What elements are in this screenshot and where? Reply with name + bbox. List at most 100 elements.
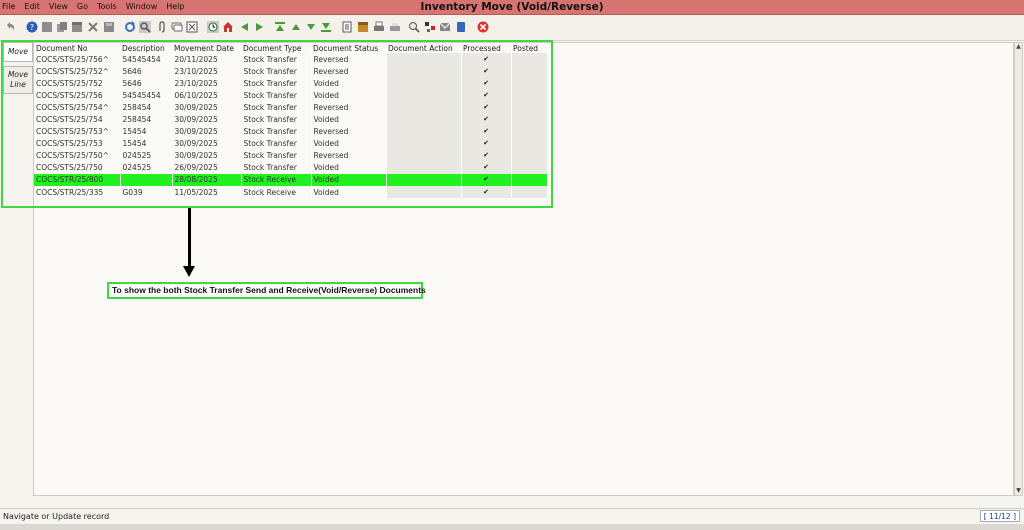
cell-processed[interactable]: ✔ <box>461 113 512 126</box>
cell-posted[interactable] <box>511 149 548 162</box>
cell-movement-date[interactable]: 11/05/2025 <box>172 186 242 199</box>
menu-tools[interactable]: Tools <box>97 2 117 13</box>
cell-document-no[interactable]: COCS/STS/25/754^ <box>34 101 121 114</box>
cell-document-type[interactable]: Stock Transfer <box>241 89 312 102</box>
cell-processed[interactable]: ✔ <box>461 186 512 199</box>
table-row[interactable]: COCS/STS/25/752^ 5646 23/10/2025 Stock Tran… <box>34 65 548 78</box>
cell-document-type[interactable]: Stock Transfer <box>241 53 312 66</box>
previous-record-icon[interactable] <box>290 21 302 33</box>
cell-document-status[interactable]: Reversed <box>311 125 387 138</box>
table-row[interactable]: COCS/STS/25/753^ 15454 30/09/2025 Stock Tra… <box>34 125 548 138</box>
cell-document-action[interactable] <box>386 65 462 78</box>
cell-movement-date[interactable]: 06/10/2025 <box>172 89 242 102</box>
cell-posted[interactable] <box>511 101 548 114</box>
menu-help[interactable]: Help <box>166 2 184 13</box>
cell-posted[interactable] <box>511 137 548 150</box>
cell-processed[interactable]: ✔ <box>461 77 512 90</box>
cell-posted[interactable] <box>511 113 548 126</box>
cell-processed[interactable]: ✔ <box>461 89 512 102</box>
table-row[interactable]: COCS/STR/25/800 28/08/2025 Stock Receive Vo… <box>34 173 548 187</box>
cell-document-status[interactable]: Reversed <box>311 101 387 114</box>
cell-document-type[interactable]: Stock Transfer <box>241 161 312 174</box>
cell-description[interactable]: 024525 <box>120 161 173 174</box>
cell-posted[interactable] <box>511 173 548 187</box>
table-row[interactable]: COCS/STS/25/750^ 024525 30/09/2025 Stock Tr… <box>34 149 548 162</box>
cell-movement-date[interactable]: 23/10/2025 <box>172 65 242 78</box>
cell-description[interactable]: G039 <box>120 186 173 199</box>
refresh-icon[interactable] <box>124 21 136 33</box>
table-row[interactable]: COCS/STS/25/756 54545454 06/10/2025 Stock T… <box>34 89 548 102</box>
cell-processed[interactable]: ✔ <box>461 53 512 66</box>
column-header[interactable]: Posted <box>511 43 547 53</box>
cell-posted[interactable] <box>511 53 548 66</box>
zoom-across-icon[interactable] <box>408 21 420 33</box>
cell-document-type[interactable]: Stock Transfer <box>241 101 312 114</box>
cell-posted[interactable] <box>511 65 548 78</box>
cell-document-action[interactable] <box>386 113 462 126</box>
cell-processed[interactable]: ✔ <box>461 125 512 138</box>
column-header[interactable]: Description <box>120 43 172 53</box>
cell-document-no[interactable]: COCS/STR/25/800 <box>34 173 121 187</box>
cell-movement-date[interactable]: 30/09/2025 <box>172 137 242 150</box>
cell-document-action[interactable] <box>386 186 462 199</box>
cell-document-type[interactable]: Stock Transfer <box>241 65 312 78</box>
cell-description[interactable]: 5646 <box>120 65 173 78</box>
cell-document-action[interactable] <box>386 77 462 90</box>
cell-document-type[interactable]: Stock Transfer <box>241 113 312 126</box>
table-row[interactable]: COCS/STR/25/335 G039 11/05/2025 Stock Recei… <box>34 186 548 199</box>
cell-posted[interactable] <box>511 77 548 90</box>
close-window-icon[interactable] <box>477 21 489 33</box>
scroll-up-arrow-icon[interactable]: ▲ <box>1015 43 1022 51</box>
cell-description[interactable]: 54545454 <box>120 53 173 66</box>
cell-document-action[interactable] <box>386 149 462 162</box>
grid-toggle-icon[interactable] <box>186 21 198 33</box>
menu-go[interactable]: Go <box>77 2 88 13</box>
next-record-icon[interactable] <box>305 21 317 33</box>
cell-document-no[interactable]: COCS/STS/25/754 <box>34 113 121 126</box>
copy-icon[interactable] <box>56 21 68 33</box>
report-icon[interactable] <box>341 21 353 33</box>
column-header[interactable]: Document Action <box>386 43 461 53</box>
cell-document-type[interactable]: Stock Receive <box>241 186 312 199</box>
table-row[interactable]: COCS/STS/25/754 258454 30/09/2025 Stock Tra… <box>34 113 548 126</box>
cell-document-status[interactable]: Voided <box>311 161 387 174</box>
cell-movement-date[interactable]: 23/10/2025 <box>172 77 242 90</box>
previous-icon[interactable] <box>238 21 250 33</box>
column-header[interactable]: Document Type <box>241 43 311 53</box>
cell-document-no[interactable]: COCS/STR/25/335 <box>34 186 121 199</box>
cell-document-status[interactable]: Voided <box>311 77 387 90</box>
cell-document-action[interactable] <box>386 53 462 66</box>
cell-movement-date[interactable]: 30/09/2025 <box>172 113 242 126</box>
product-info-icon[interactable] <box>455 21 467 33</box>
cell-processed[interactable]: ✔ <box>461 65 512 78</box>
cell-document-action[interactable] <box>386 101 462 114</box>
cell-document-no[interactable]: COCS/STS/25/756 <box>34 89 121 102</box>
cell-movement-date[interactable]: 30/09/2025 <box>172 101 242 114</box>
table-row[interactable]: COCS/STS/25/754^ 258454 30/09/2025 Stock Tr… <box>34 101 548 114</box>
cell-processed[interactable]: ✔ <box>461 101 512 114</box>
column-header[interactable]: Movement Date <box>172 43 241 53</box>
cell-document-no[interactable]: COCS/STS/25/753 <box>34 137 121 150</box>
cell-description[interactable]: 258454 <box>120 113 173 126</box>
cell-movement-date[interactable]: 28/08/2025 <box>172 173 242 187</box>
cell-document-action[interactable] <box>386 137 462 150</box>
cell-document-no[interactable]: COCS/STS/25/752 <box>34 77 121 90</box>
cell-document-status[interactable]: Voided <box>311 173 387 187</box>
first-icon[interactable] <box>274 21 286 33</box>
cell-description[interactable]: 54545454 <box>120 89 173 102</box>
cell-document-no[interactable]: COCS/STS/25/756^ <box>34 53 121 66</box>
find-icon[interactable] <box>139 21 151 33</box>
cell-document-status[interactable]: Reversed <box>311 149 387 162</box>
table-row[interactable]: COCS/STS/25/752 5646 23/10/2025 Stock Trans… <box>34 77 548 90</box>
tab-move[interactable]: Move <box>3 42 33 62</box>
cell-posted[interactable] <box>511 161 548 174</box>
delete-icon[interactable] <box>71 21 83 33</box>
cell-document-status[interactable]: Voided <box>311 113 387 126</box>
last-icon[interactable] <box>320 21 332 33</box>
menu-window[interactable]: Window <box>126 2 158 13</box>
cell-document-type[interactable]: Stock Receive <box>241 173 312 187</box>
cell-document-no[interactable]: COCS/STS/25/753^ <box>34 125 121 138</box>
cell-posted[interactable] <box>511 186 548 199</box>
cell-document-type[interactable]: Stock Transfer <box>241 149 312 162</box>
cell-processed[interactable]: ✔ <box>461 137 512 150</box>
